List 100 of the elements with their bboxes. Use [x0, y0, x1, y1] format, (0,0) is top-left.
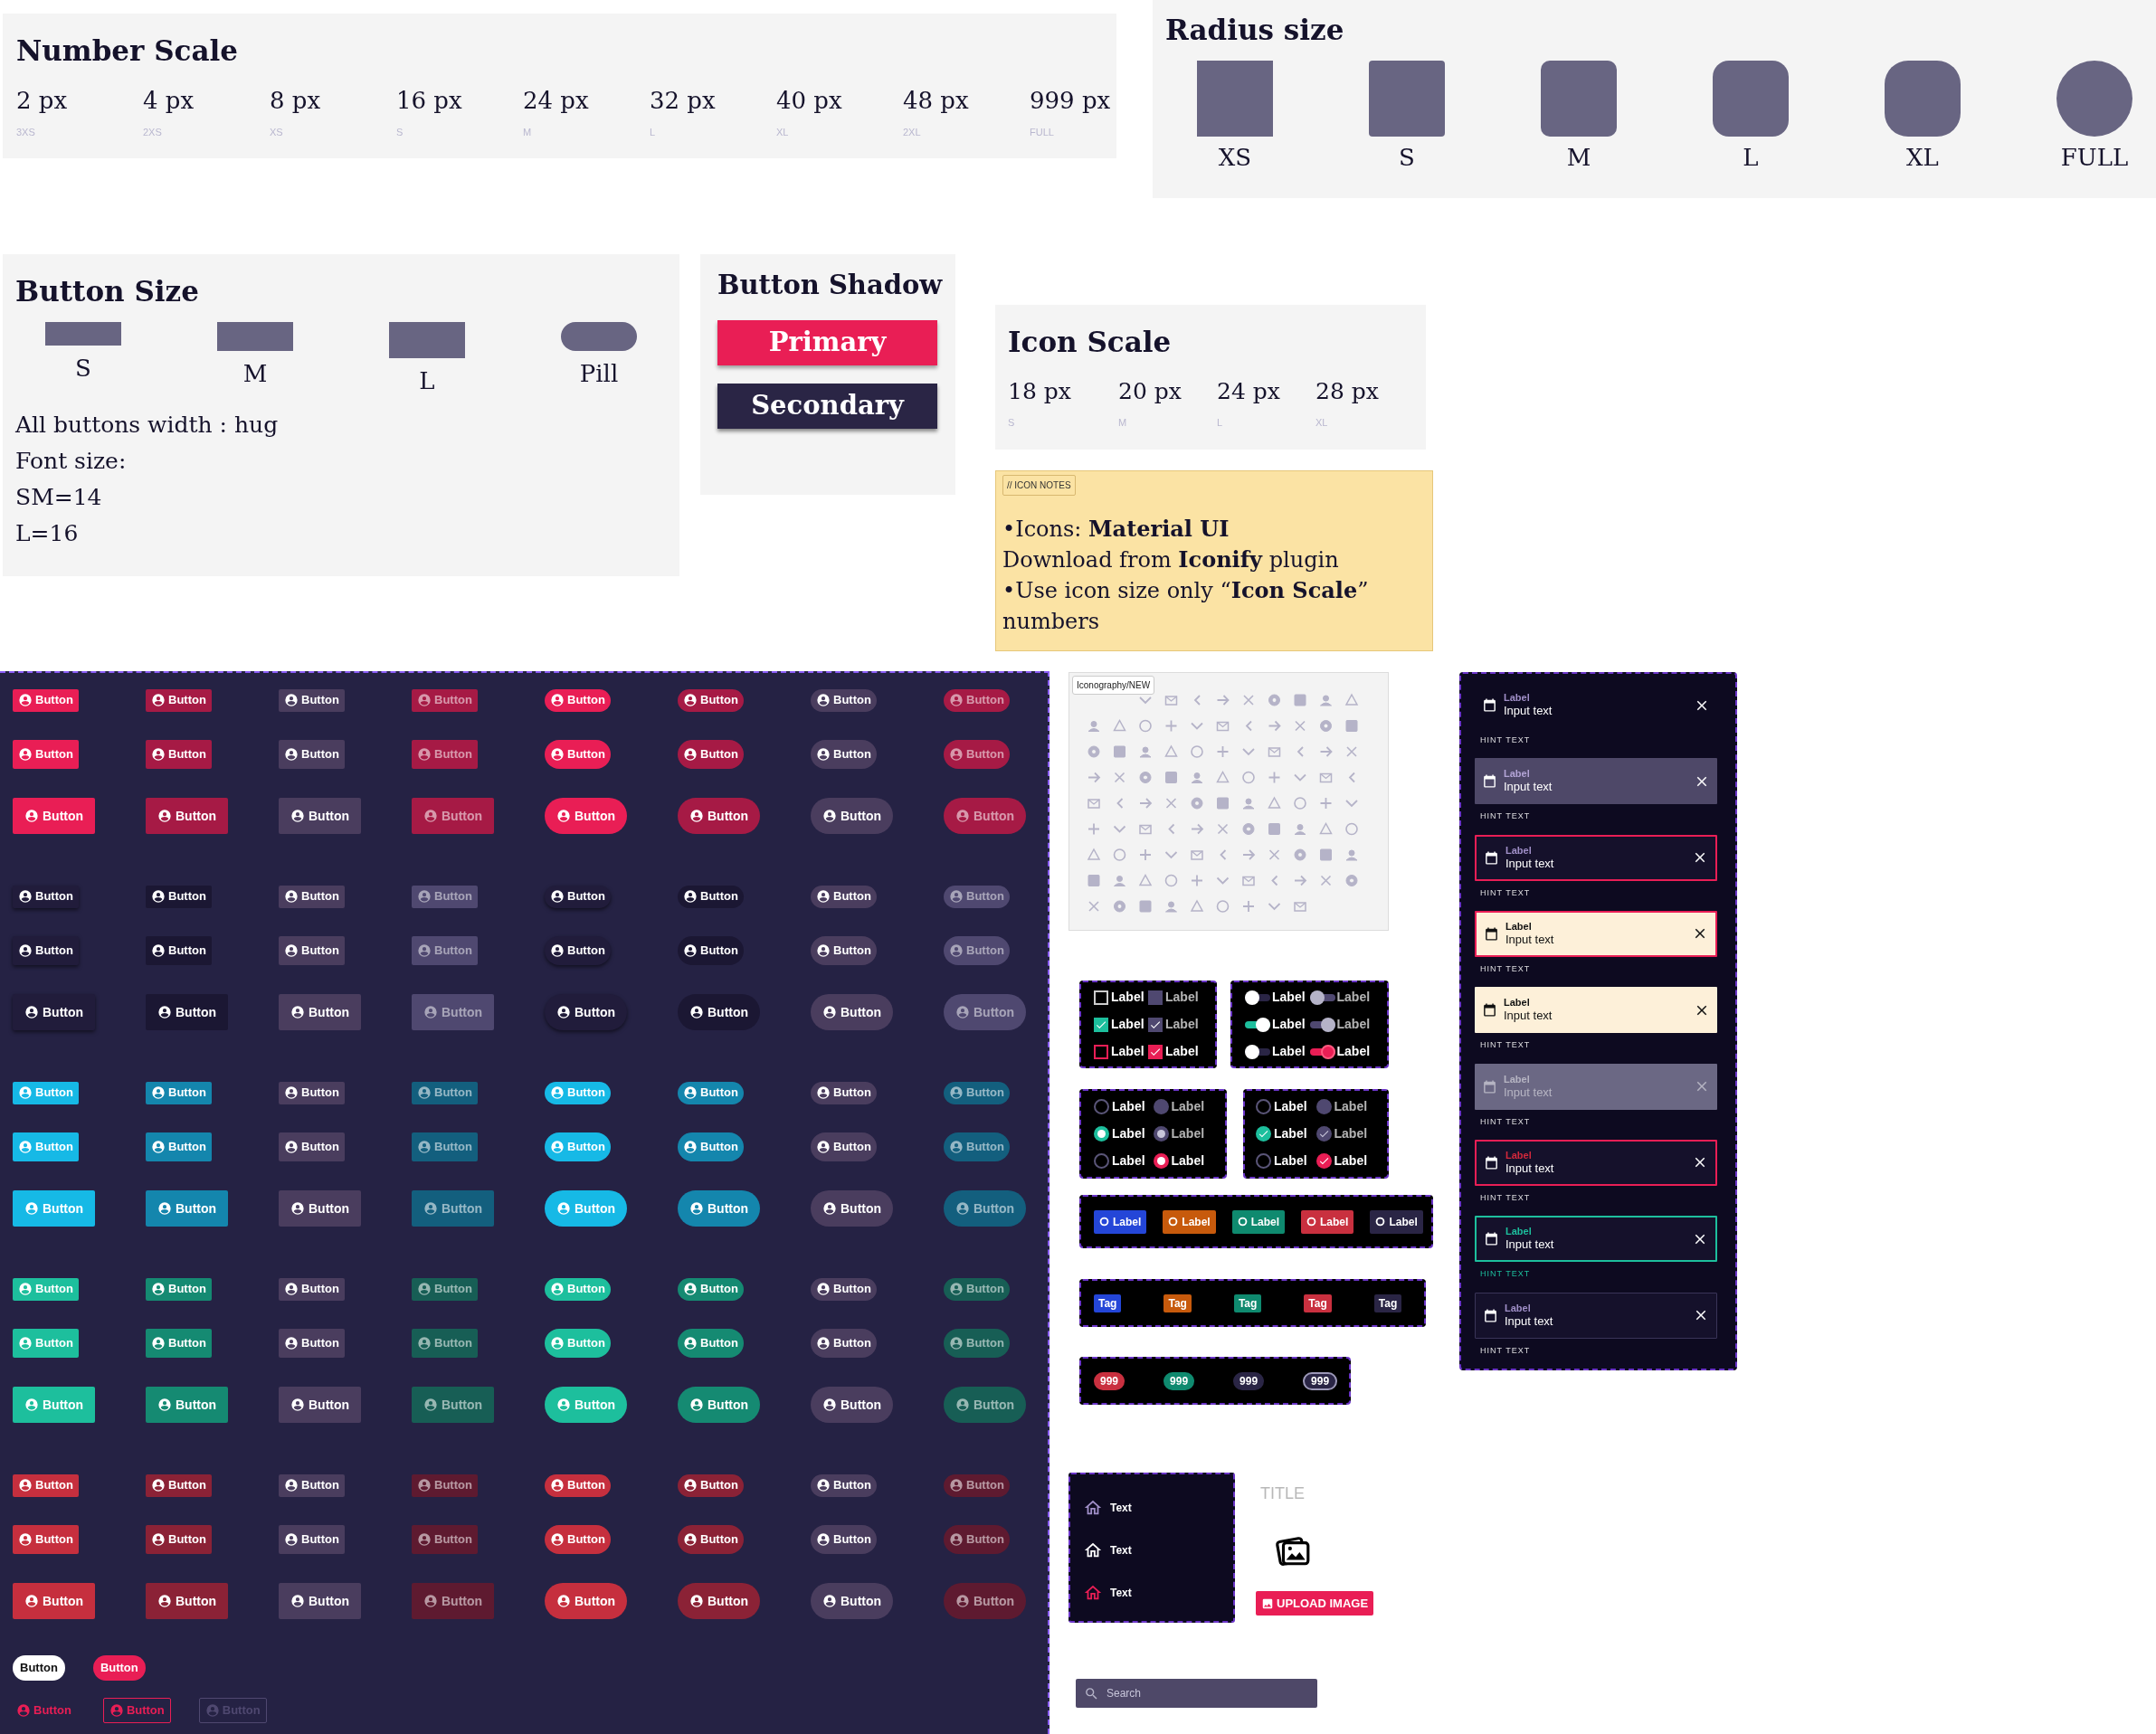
button[interactable]: Button [13, 1655, 65, 1681]
chip[interactable]: Label [1163, 1209, 1216, 1234]
button[interactable]: Button [92, 1655, 146, 1681]
button[interactable]: Button [279, 1277, 345, 1301]
button[interactable]: Button [146, 798, 229, 834]
button[interactable]: Button [412, 1473, 478, 1497]
button[interactable]: Button [678, 1387, 761, 1423]
text-field[interactable]: Label Input text [1475, 1216, 1717, 1263]
text-field[interactable]: Label Input text [1475, 1139, 1717, 1186]
shadow-button[interactable]: Primary [717, 320, 937, 365]
chip[interactable]: Label [1370, 1209, 1423, 1234]
button[interactable]: Button [146, 1329, 212, 1358]
nav-item[interactable]: Text [1083, 1579, 1132, 1606]
input-value[interactable]: Input text [1504, 1009, 1639, 1024]
chip[interactable]: Label [1231, 1209, 1286, 1234]
button[interactable]: Button [678, 1081, 744, 1104]
button[interactable]: Button [279, 1525, 345, 1554]
nav-item[interactable]: Text [1083, 1537, 1132, 1564]
button[interactable]: Button [811, 1387, 894, 1423]
shadow-button[interactable]: Secondary [717, 384, 937, 429]
button[interactable]: Button [811, 1525, 877, 1554]
button[interactable]: Button [13, 798, 96, 834]
button[interactable]: Button [545, 1473, 611, 1497]
button[interactable]: Button [146, 1525, 212, 1554]
button[interactable]: Button [811, 740, 877, 769]
button[interactable]: Button [13, 688, 79, 712]
button[interactable]: Button [811, 1329, 877, 1358]
button[interactable]: Button [678, 1583, 761, 1619]
input-value[interactable]: Input text [1505, 1313, 1640, 1329]
button[interactable]: Button [279, 740, 345, 769]
button[interactable]: Button [545, 740, 611, 769]
button[interactable]: Button [279, 994, 362, 1030]
text-field[interactable]: Label Input text [1475, 911, 1717, 957]
button[interactable]: Button [279, 1132, 345, 1161]
button[interactable]: Button [279, 1081, 345, 1104]
button[interactable]: Button [545, 1525, 611, 1554]
button[interactable]: Button [678, 1329, 744, 1358]
input-value[interactable]: Input text [1505, 1161, 1641, 1176]
button[interactable]: Button [279, 1190, 362, 1227]
search-input[interactable]: Search [1106, 1685, 1287, 1701]
button[interactable]: Button [146, 1277, 212, 1301]
button[interactable]: Button [811, 1081, 877, 1104]
button[interactable]: Button [146, 994, 229, 1030]
button[interactable]: Button [678, 1190, 761, 1227]
button[interactable]: Button [811, 936, 877, 965]
button[interactable]: Button [146, 885, 212, 908]
button[interactable]: Button [811, 1190, 894, 1227]
button[interactable]: Button [811, 994, 894, 1030]
button[interactable]: Button [678, 1277, 744, 1301]
button[interactable]: Button [146, 1583, 229, 1619]
button[interactable]: Button [811, 798, 894, 834]
button[interactable]: Button [944, 1525, 1010, 1554]
button[interactable]: Button [146, 740, 212, 769]
button[interactable]: Button [279, 885, 345, 908]
button[interactable]: Button [13, 1525, 79, 1554]
button[interactable]: Button [811, 1473, 877, 1497]
button[interactable]: Button [545, 1583, 628, 1619]
button[interactable]: Button [545, 688, 611, 712]
button[interactable]: Button [13, 936, 79, 965]
input-value[interactable]: Input text [1504, 704, 1639, 718]
button[interactable]: Button [412, 1387, 495, 1423]
button[interactable]: Button [146, 1473, 212, 1497]
button[interactable]: Button [678, 994, 761, 1030]
chip[interactable]: Label [1301, 1209, 1354, 1234]
button[interactable]: Button [811, 1583, 894, 1619]
button[interactable]: Button [13, 1583, 96, 1619]
button[interactable]: Button [678, 1132, 744, 1161]
button[interactable]: Button [279, 936, 345, 965]
button[interactable]: Button [811, 885, 877, 908]
text-field[interactable]: Label Input text [1475, 1292, 1717, 1339]
button[interactable]: Button [545, 798, 628, 834]
button[interactable]: Button [678, 798, 761, 834]
text-field[interactable]: Label Input text [1475, 758, 1717, 805]
chip[interactable]: Label [1094, 1209, 1147, 1234]
button[interactable]: Button [412, 1583, 495, 1619]
button[interactable]: Button [146, 1387, 229, 1423]
button[interactable]: Button [811, 688, 877, 712]
button[interactable]: Button [279, 1583, 362, 1619]
button[interactable]: Button [944, 1473, 1010, 1497]
upload-button[interactable]: UPLOAD IMAGE [1256, 1591, 1374, 1616]
button[interactable]: Button [944, 1329, 1010, 1358]
button[interactable]: Button [545, 885, 611, 908]
nav-item[interactable]: Text [1083, 1494, 1132, 1521]
button[interactable]: Button [146, 1190, 229, 1227]
button[interactable]: Button [13, 994, 96, 1030]
button[interactable]: Button [279, 1329, 345, 1358]
button[interactable]: Button [811, 1277, 877, 1301]
button[interactable]: Button [13, 1473, 79, 1497]
button[interactable]: Button [146, 1081, 212, 1104]
button[interactable]: Button [944, 1387, 1027, 1423]
search-field[interactable]: Search [1076, 1679, 1317, 1708]
button[interactable]: Button [545, 936, 611, 965]
button[interactable]: Button [944, 1277, 1010, 1301]
button[interactable]: Button [412, 1525, 478, 1554]
button[interactable]: Button [412, 1277, 478, 1301]
text-field[interactable]: Label Input text [1475, 987, 1717, 1034]
button[interactable]: Button [678, 688, 744, 712]
button[interactable]: Button [279, 1387, 362, 1423]
button[interactable]: Button [13, 885, 79, 908]
button[interactable]: Button [279, 688, 345, 712]
